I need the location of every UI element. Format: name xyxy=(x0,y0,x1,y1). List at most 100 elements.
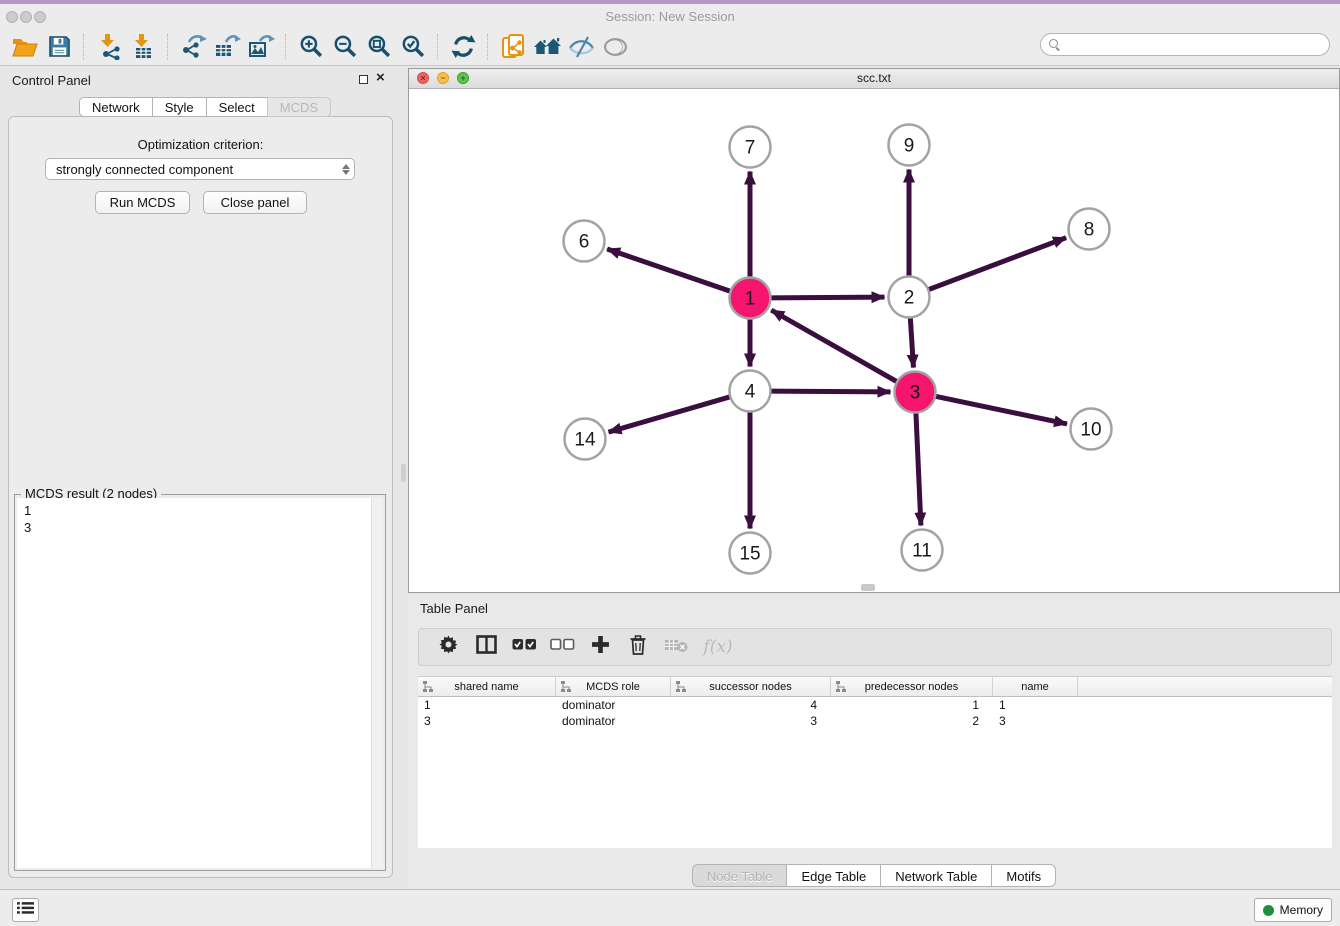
table-tabs: Node TableEdge TableNetwork TableMotifs xyxy=(408,864,1340,887)
search-input[interactable] xyxy=(1060,38,1329,52)
cell-name[interactable]: 3 xyxy=(993,713,1078,729)
column-header-mcds-role[interactable]: MCDS role xyxy=(556,677,671,696)
tab-network-table[interactable]: Network Table xyxy=(880,864,991,887)
network-window-titlebar[interactable]: × − + scc.txt xyxy=(409,69,1339,89)
cell-shared-name[interactable]: 1 xyxy=(418,697,556,713)
graph-edge-2-8[interactable] xyxy=(926,238,1066,291)
tab-edge-table[interactable]: Edge Table xyxy=(786,864,880,887)
column-panel-icon xyxy=(476,635,497,659)
node-label-4: 4 xyxy=(745,382,756,403)
export-image-button[interactable] xyxy=(244,31,278,63)
graph-edge-1-2[interactable] xyxy=(768,297,884,298)
apply-layout-icon xyxy=(451,34,476,59)
cell-mcds-role[interactable]: dominator xyxy=(556,697,671,713)
tab-network[interactable]: Network xyxy=(79,97,152,117)
mcds-result-group: MCDS result (2 nodes) 1 3 xyxy=(14,494,386,871)
cell-successor-nodes[interactable]: 3 xyxy=(671,713,831,729)
delete-table-icon xyxy=(664,637,688,658)
clone-network-button[interactable] xyxy=(496,31,530,63)
graph-edge-1-6[interactable] xyxy=(607,249,732,292)
cell-mcds-role[interactable]: dominator xyxy=(556,713,671,729)
tab-select[interactable]: Select xyxy=(206,97,267,117)
close-panel-button[interactable]: Close panel xyxy=(203,191,307,214)
close-panel-icon[interactable]: × xyxy=(376,68,385,88)
export-table-icon xyxy=(214,34,241,60)
table-toolbar: f(x) xyxy=(418,628,1332,666)
criterion-value: strongly connected component xyxy=(46,162,338,177)
settings-gear-icon xyxy=(439,635,458,659)
open-session-icon xyxy=(12,35,38,59)
open-session-button[interactable] xyxy=(8,31,42,63)
result-scrollbar[interactable] xyxy=(371,498,383,868)
apply-layout-button[interactable] xyxy=(446,31,480,63)
task-history-button[interactable] xyxy=(12,898,39,922)
column-header-shared-name[interactable]: shared name xyxy=(418,677,556,696)
search-icon xyxy=(1049,39,1060,50)
network-canvas[interactable]: 7968124314101511 xyxy=(409,88,1339,593)
graph-edge-4-3[interactable] xyxy=(768,391,890,392)
search-box[interactable] xyxy=(1040,33,1330,56)
tab-style[interactable]: Style xyxy=(152,97,206,117)
graph-edge-2-3[interactable] xyxy=(910,315,913,367)
add-column-button[interactable] xyxy=(581,631,619,663)
zoom-in-button[interactable] xyxy=(294,31,328,63)
table-body: 1dominator4113dominator323 xyxy=(418,697,1332,729)
memory-status-icon xyxy=(1263,905,1274,916)
graph-edge-3-11[interactable] xyxy=(916,410,921,525)
show-details-button[interactable] xyxy=(598,31,632,63)
titlebar: Session: New Session xyxy=(0,4,1340,28)
export-network-icon xyxy=(180,34,207,60)
deselect-all-button[interactable] xyxy=(543,631,581,663)
function-builder-button[interactable]: f(x) xyxy=(695,631,741,663)
export-table-button[interactable] xyxy=(210,31,244,63)
node-label-11: 11 xyxy=(912,541,932,562)
import-network-button[interactable] xyxy=(92,31,126,63)
tab-node-table[interactable]: Node Table xyxy=(692,864,787,887)
cell-successor-nodes[interactable]: 4 xyxy=(671,697,831,713)
table-row[interactable]: 1dominator411 xyxy=(418,697,1332,713)
window-resize-handle[interactable] xyxy=(861,584,875,591)
network-view-window: × − + scc.txt 7968124314101511 xyxy=(408,68,1340,593)
tab-motifs[interactable]: Motifs xyxy=(991,864,1056,887)
criterion-select[interactable]: strongly connected component xyxy=(45,158,355,180)
node-label-15: 15 xyxy=(739,544,760,565)
hide-details-button[interactable] xyxy=(564,31,598,63)
run-mcds-button[interactable]: Run MCDS xyxy=(95,191,190,214)
import-table-button[interactable] xyxy=(126,31,160,63)
node-label-2: 2 xyxy=(904,288,915,309)
table-panel: Table Panel × f(x) shared nameMCDS roles… xyxy=(408,595,1340,888)
column-header-name[interactable]: name xyxy=(993,677,1078,696)
zoom-out-button[interactable] xyxy=(328,31,362,63)
select-all-button[interactable] xyxy=(505,631,543,663)
cell-shared-name[interactable]: 3 xyxy=(418,713,556,729)
delete-column-button[interactable] xyxy=(619,631,657,663)
settings-gear-button[interactable] xyxy=(429,631,467,663)
graph-edge-3-1[interactable] xyxy=(771,310,899,383)
float-panel-icon[interactable] xyxy=(359,75,368,84)
cell-predecessor-nodes[interactable]: 1 xyxy=(831,697,993,713)
zoom-out-icon xyxy=(333,34,358,59)
control-panel-title: Control Panel xyxy=(12,73,91,88)
mcds-result-area[interactable]: 1 3 xyxy=(17,498,383,868)
delete-table-button[interactable] xyxy=(657,631,695,663)
node-label-9: 9 xyxy=(904,136,915,157)
select-stepper-icon xyxy=(338,159,354,179)
tab-mcds[interactable]: MCDS xyxy=(267,97,331,117)
zoom-fit-button[interactable] xyxy=(362,31,396,63)
graph-edge-3-10[interactable] xyxy=(933,396,1067,424)
cell-predecessor-nodes[interactable]: 2 xyxy=(831,713,993,729)
table-row[interactable]: 3dominator323 xyxy=(418,713,1332,729)
save-session-button[interactable] xyxy=(42,31,76,63)
first-neighbors-button[interactable] xyxy=(530,31,564,63)
memory-button[interactable]: Memory xyxy=(1254,898,1332,922)
cell-name[interactable]: 1 xyxy=(993,697,1078,713)
zoom-selected-button[interactable] xyxy=(396,31,430,63)
control-panel-tabs: NetworkStyleSelectMCDS xyxy=(79,97,331,117)
column-panel-button[interactable] xyxy=(467,631,505,663)
sort-hierarchy-icon xyxy=(561,681,571,692)
panel-splitter-handle[interactable] xyxy=(401,464,406,482)
column-header-successor-nodes[interactable]: successor nodes xyxy=(671,677,831,696)
column-header-predecessor-nodes[interactable]: predecessor nodes xyxy=(831,677,993,696)
export-network-button[interactable] xyxy=(176,31,210,63)
graph-edge-4-14[interactable] xyxy=(609,396,733,432)
